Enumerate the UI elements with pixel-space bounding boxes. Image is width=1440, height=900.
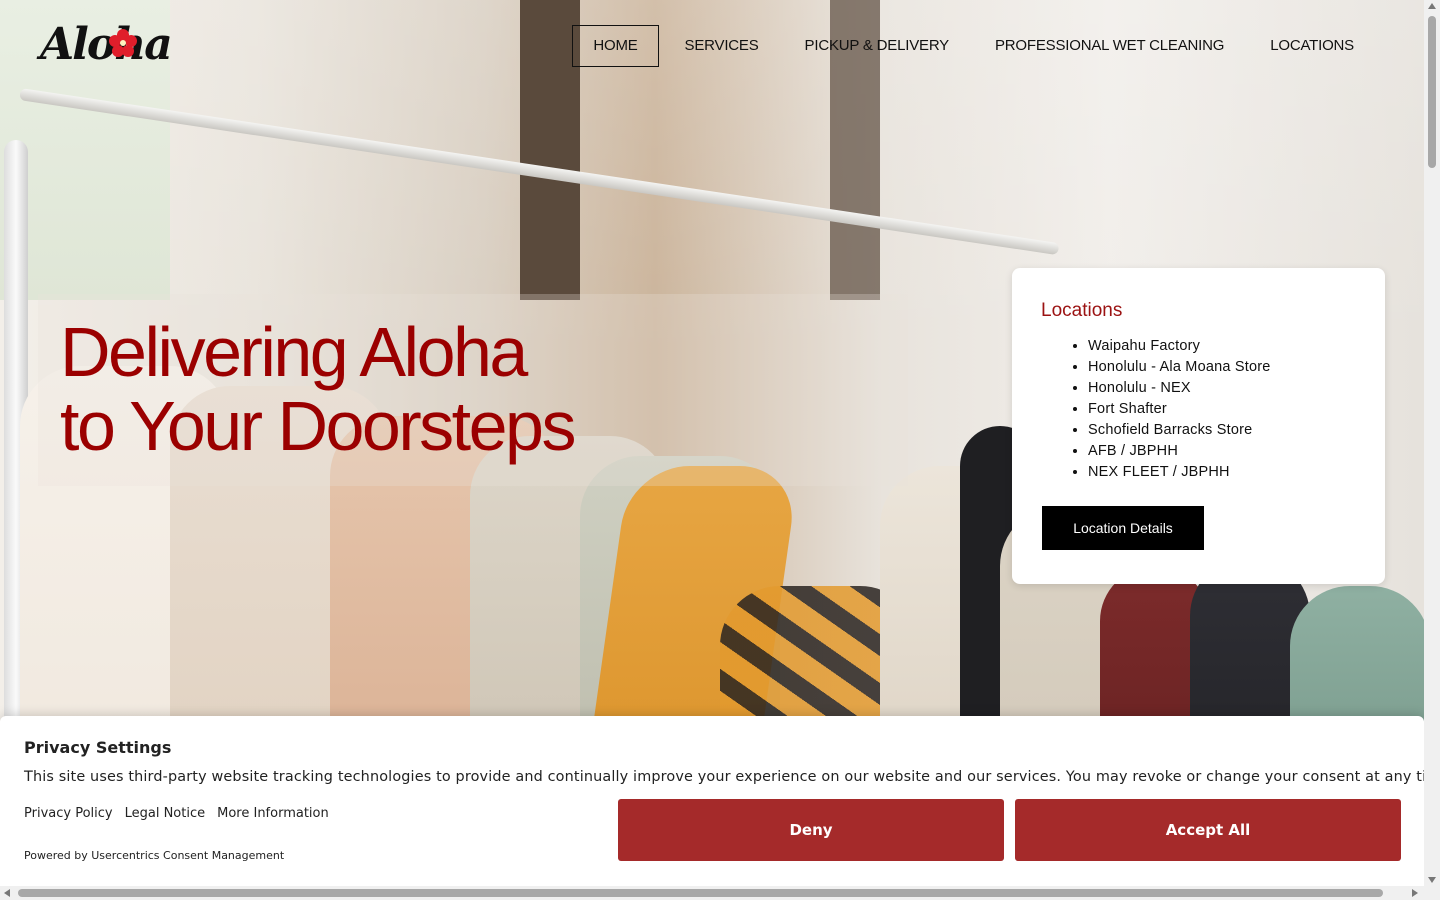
location-item: Waipahu Factory	[1088, 336, 1271, 357]
consent-links: Privacy Policy Legal Notice More Informa…	[24, 806, 329, 821]
nav-services[interactable]: SERVICES	[665, 26, 779, 66]
main-navigation: HOME SERVICES PICKUP & DELIVERY PROFESSI…	[566, 25, 1374, 67]
locations-card: Locations Waipahu Factory Honolulu - Ala…	[1012, 268, 1385, 584]
locations-card-title: Locations	[1041, 300, 1123, 321]
logo-text: Aloha	[40, 19, 173, 70]
location-details-button[interactable]: Location Details	[1042, 506, 1204, 550]
horizontal-scrollbar[interactable]	[0, 886, 1424, 900]
consent-powered-by: Powered by Usercentrics Consent Manageme…	[24, 849, 285, 862]
nav-locations[interactable]: LOCATIONS	[1250, 26, 1374, 66]
scroll-left-arrow-icon[interactable]	[4, 889, 10, 897]
hibiscus-icon	[109, 29, 137, 57]
privacy-policy-link[interactable]: Privacy Policy	[24, 806, 113, 821]
locations-list: Waipahu Factory Honolulu - Ala Moana Sto…	[1042, 336, 1271, 483]
vertical-scroll-thumb[interactable]	[1428, 16, 1436, 168]
horizontal-scroll-thumb[interactable]	[18, 889, 1383, 897]
hero-title: Delivering Aloha to Your Doorsteps	[60, 313, 576, 465]
hero-title-line-1: Delivering Aloha	[60, 313, 528, 391]
privacy-consent-banner: Privacy Settings This site uses third-pa…	[0, 716, 1440, 886]
accept-all-button[interactable]: Accept All	[1015, 799, 1401, 861]
nav-pickup-delivery[interactable]: PICKUP & DELIVERY	[785, 26, 969, 66]
location-item: AFB / JBPHH	[1088, 441, 1271, 462]
legal-notice-link[interactable]: Legal Notice	[125, 806, 206, 821]
consent-description: This site uses third-party website track…	[24, 769, 1440, 785]
scroll-right-arrow-icon[interactable]	[1412, 889, 1418, 897]
nav-wet-cleaning[interactable]: PROFESSIONAL WET CLEANING	[975, 26, 1244, 66]
location-item: Honolulu - NEX	[1088, 378, 1271, 399]
scrollbar-corner	[1424, 886, 1440, 900]
location-item: Schofield Barracks Store	[1088, 420, 1271, 441]
site-logo[interactable]: Aloha	[40, 20, 190, 70]
vertical-scrollbar[interactable]	[1424, 0, 1440, 886]
consent-title: Privacy Settings	[24, 738, 172, 757]
location-item: Fort Shafter	[1088, 399, 1271, 420]
scroll-down-arrow-icon[interactable]	[1428, 877, 1436, 883]
nav-home[interactable]: HOME	[572, 25, 659, 67]
more-information-link[interactable]: More Information	[217, 806, 329, 821]
location-item: NEX FLEET / JBPHH	[1088, 462, 1271, 483]
location-item: Honolulu - Ala Moana Store	[1088, 357, 1271, 378]
scroll-up-arrow-icon[interactable]	[1428, 3, 1436, 9]
hero-title-line-2: to Your Doorsteps	[60, 387, 576, 465]
deny-button[interactable]: Deny	[618, 799, 1004, 861]
